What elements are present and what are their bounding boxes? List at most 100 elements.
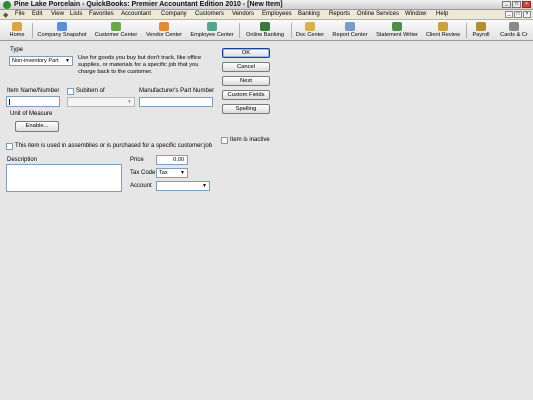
title-bar: Pine Lake Porcelain - QuickBooks: Premie… xyxy=(0,0,533,10)
price-input[interactable]: 0.00 xyxy=(156,155,188,165)
menu-reports[interactable]: Reports xyxy=(329,11,350,17)
type-label: Type xyxy=(10,47,24,53)
inactive-checkbox[interactable] xyxy=(221,137,228,144)
menu-banking[interactable]: Banking xyxy=(298,11,320,17)
type-description-line: charge back to the customer. xyxy=(78,69,153,75)
assemblies-checkbox[interactable] xyxy=(6,143,13,150)
cancel-button[interactable]: Cancel xyxy=(222,62,270,72)
menu-accountant[interactable]: Accountant xyxy=(121,11,151,17)
next-button[interactable]: Next xyxy=(222,76,270,86)
chevron-down-icon: ▼ xyxy=(202,183,207,189)
subitem-dropdown[interactable]: ▼ xyxy=(67,97,135,107)
unit-of-measure-label: Unit of Measure xyxy=(10,111,53,117)
minimize-button[interactable]: _ xyxy=(502,1,511,8)
toolbar-statement-writer-label: Statement Writer xyxy=(376,32,418,38)
subitem-label: Subitem of xyxy=(76,88,105,94)
menu-file[interactable]: File xyxy=(15,11,25,17)
toolbar-vendor-center-label: Vendor Center xyxy=(145,32,183,38)
item-name-label: Item Name/Number xyxy=(7,88,60,94)
menu-help[interactable]: Help xyxy=(436,11,448,17)
description-textarea[interactable] xyxy=(6,164,122,192)
type-dropdown[interactable]: Non-inventory Part ▼ xyxy=(9,56,73,66)
payroll-icon xyxy=(476,22,486,31)
toolbar-online-banking-label: Online Banking xyxy=(246,32,284,38)
customer-icon xyxy=(111,22,121,31)
account-label: Account xyxy=(130,183,152,189)
enable-uom-button[interactable]: Enable... xyxy=(15,121,59,132)
toolbar-separator xyxy=(466,23,467,38)
menu-view[interactable]: View xyxy=(51,11,64,17)
banking-icon xyxy=(260,22,270,31)
toolbar-report-center[interactable]: Report Center xyxy=(329,22,371,40)
toolbar-report-center-label: Report Center xyxy=(332,32,368,38)
toolbar-cards[interactable]: Cards & Cr xyxy=(496,22,532,40)
new-item-form: Type Non-inventory Part ▼ Use for goods … xyxy=(0,41,533,400)
snapshot-icon xyxy=(57,22,67,31)
toolbar-client-review[interactable]: Client Review xyxy=(423,22,463,40)
mdi-close-button[interactable]: × xyxy=(523,11,531,18)
toolbar-payroll[interactable]: Payroll xyxy=(468,22,494,40)
doc-icon xyxy=(305,22,315,31)
menu-customers[interactable]: Customers xyxy=(195,11,224,17)
toolbar-statement-writer[interactable]: Statement Writer xyxy=(373,22,421,40)
home-icon xyxy=(12,22,22,31)
toolbar-home-label: Home xyxy=(9,32,25,38)
mdi-controls: _ □ × xyxy=(505,11,531,18)
toolbar-home[interactable]: Home xyxy=(5,22,29,40)
toolbar-separator xyxy=(32,23,33,38)
menu-company[interactable]: Company xyxy=(161,11,187,17)
toolbar-employee-center-label: Employee Center xyxy=(190,32,234,38)
chevron-down-icon: ▼ xyxy=(127,99,132,105)
toolbar-payroll-label: Payroll xyxy=(472,32,490,38)
menu-lists[interactable]: Lists xyxy=(70,11,82,17)
menu-window[interactable]: Window xyxy=(405,11,426,17)
toolbar-customer-center[interactable]: Customer Center xyxy=(92,22,140,40)
menu-online-services[interactable]: Online Services xyxy=(357,11,399,17)
menu-bar: ◆ File Edit View Lists Favorites Account… xyxy=(0,10,533,20)
toolbar-vendor-center[interactable]: Vendor Center xyxy=(142,22,186,40)
assemblies-label: This item is used in assemblies or is pu… xyxy=(15,143,213,149)
menu-vendors[interactable]: Vendors xyxy=(232,11,254,17)
close-button[interactable]: × xyxy=(522,1,531,8)
window-menu-icon[interactable]: ◆ xyxy=(3,11,8,19)
chevron-down-icon: ▼ xyxy=(180,170,185,176)
type-dropdown-value: Non-inventory Part xyxy=(12,58,59,64)
subitem-checkbox[interactable] xyxy=(67,88,74,95)
toolbar-online-banking[interactable]: Online Banking xyxy=(241,22,289,40)
spelling-button[interactable]: Spelling xyxy=(222,104,270,114)
report-icon xyxy=(345,22,355,31)
tax-code-dropdown[interactable]: Tax ▼ xyxy=(156,168,188,178)
toolbar-separator xyxy=(239,23,240,38)
account-dropdown[interactable]: ▼ xyxy=(156,181,210,191)
mdi-restore-button[interactable]: □ xyxy=(514,11,522,18)
tax-code-value: Tax xyxy=(159,170,168,176)
item-name-input[interactable] xyxy=(6,96,60,107)
menu-employees[interactable]: Employees xyxy=(262,11,292,17)
quickbooks-logo-icon xyxy=(3,1,11,9)
ok-button[interactable]: OK xyxy=(222,48,270,58)
review-icon xyxy=(438,22,448,31)
chevron-down-icon: ▼ xyxy=(65,58,70,64)
window-title: Pine Lake Porcelain - QuickBooks: Premie… xyxy=(14,1,283,8)
inactive-label: Item is inactive xyxy=(230,137,270,143)
menu-favorites[interactable]: Favorites xyxy=(89,11,114,17)
price-label: Price xyxy=(130,157,144,163)
mfr-part-label: Manufacturer's Part Number xyxy=(139,88,215,94)
vendor-icon xyxy=(159,22,169,31)
cards-icon xyxy=(509,22,519,31)
custom-fields-button[interactable]: Custom Fields xyxy=(222,90,270,100)
toolbar-doc-center-label: Doc Center xyxy=(295,32,325,38)
mdi-minimize-button[interactable]: _ xyxy=(505,11,513,18)
text-cursor xyxy=(9,99,10,105)
toolbar-company-snapshot-label: Company Snapshot xyxy=(37,32,87,38)
menu-edit[interactable]: Edit xyxy=(32,11,42,17)
icon-toolbar: Home Company Snapshot Customer Center Ve… xyxy=(0,20,533,41)
type-description-line: Use for goods you buy but don't track, l… xyxy=(78,55,202,61)
toolbar-employee-center[interactable]: Employee Center xyxy=(187,22,237,40)
toolbar-customer-center-label: Customer Center xyxy=(94,32,138,38)
maximize-button[interactable]: □ xyxy=(512,1,521,8)
mfr-part-input[interactable] xyxy=(139,97,213,107)
toolbar-doc-center[interactable]: Doc Center xyxy=(293,22,327,40)
toolbar-company-snapshot[interactable]: Company Snapshot xyxy=(34,22,90,40)
window-controls: _ □ × xyxy=(502,1,531,8)
